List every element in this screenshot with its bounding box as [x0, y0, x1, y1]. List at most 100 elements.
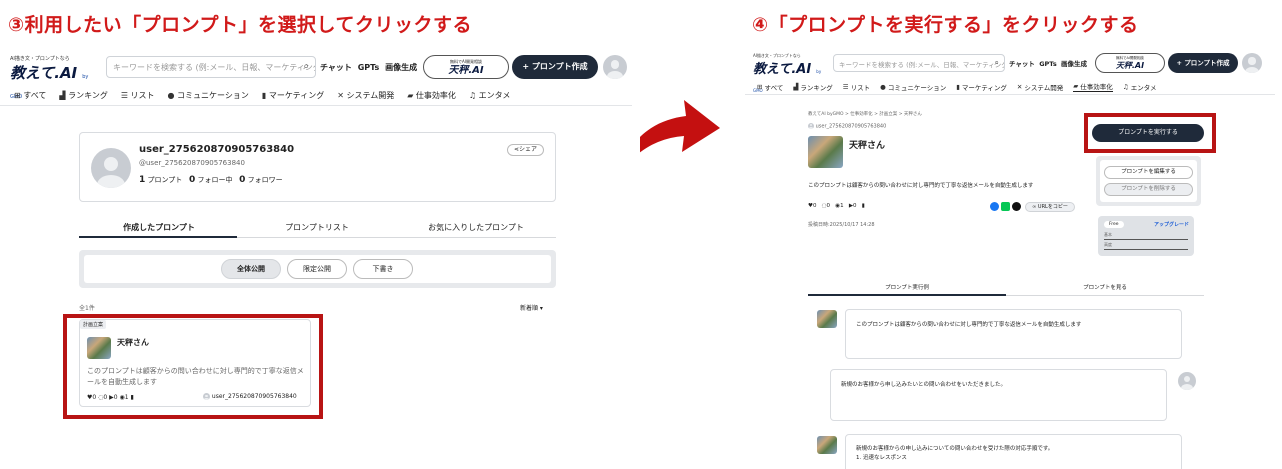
likes-count: 0: [812, 203, 817, 209]
chat-message: 新規のお客様から申し込みたいとの問い合わせをいただきました。: [830, 369, 1167, 421]
ranking-icon: ▟: [793, 82, 799, 91]
tab-favorites[interactable]: お気に入りしたプロンプト: [396, 222, 556, 233]
profile-card: user_275620870905763840 @user_2756208709…: [79, 132, 556, 202]
tools-icon: ✕: [1016, 82, 1023, 91]
chat-message-text: 新規のお客様から申し込みたいとの問い合わせをいただきました。: [841, 382, 1006, 388]
tab-view-prompt[interactable]: プロンプトを見る: [1006, 283, 1204, 291]
user-avatar[interactable]: [603, 55, 627, 79]
prompt-count: 1: [139, 175, 146, 185]
top-nav: チャット GPTs 画像生成: [1009, 58, 1087, 68]
facebook-icon[interactable]: [990, 202, 999, 211]
chat-message: このプロンプトは顧客からの問い合わせに対し専門的で丁寧な返信メールを自動生成しま…: [845, 309, 1182, 359]
chat-icon: ●: [167, 91, 175, 100]
bar-chart-icon: ▮: [956, 82, 960, 91]
plan-row-basic: 基本: [1104, 232, 1112, 237]
nav-gpts[interactable]: GPTs: [358, 63, 380, 72]
user-chat-avatar: [1178, 372, 1196, 390]
tab-active-indicator: [808, 294, 1006, 296]
list-icon: ☰: [842, 82, 849, 91]
author-line[interactable]: user_275620870905763840: [808, 123, 886, 130]
step4-title: ④「プロンプトを実行する」をクリックする: [752, 14, 1139, 36]
plan-row-advanced: 高度: [1104, 242, 1112, 247]
cat-entertainment[interactable]: ♫ エンタメ: [469, 90, 510, 101]
create-prompt-button[interactable]: + プロンプト作成: [512, 55, 598, 79]
bot-avatar: [817, 436, 837, 454]
tenbin-banner[interactable]: 無料でAI開発相談 天秤.AI: [1095, 53, 1165, 73]
search-placeholder: キーワードを検索する (例:メール、日報、マーケティング): [839, 61, 1005, 69]
step4-screenshot: AI描き文・プロンプトなら 教えて.AI by GMO キーワードを検索する (…: [745, 46, 1282, 469]
search-icon[interactable]: ⌕: [303, 61, 309, 72]
plan-box: Free アップグレード 基本 高度: [1098, 216, 1194, 256]
filter-frame: 全体公開 限定公開 下書き: [79, 250, 556, 288]
profile-stats: 1 プロンプト 0 フォロー中 0 フォロワー: [139, 175, 283, 185]
tab-prompt-list[interactable]: プロンプトリスト: [237, 222, 397, 233]
highlight-run-button: [1084, 113, 1216, 153]
tools-icon: ✕: [337, 91, 344, 100]
following-count: 0: [188, 175, 196, 185]
cat-ranking[interactable]: ▟ ランキング: [59, 90, 107, 101]
cat-communication[interactable]: ● コミュニケーション: [168, 90, 249, 101]
breadcrumb[interactable]: 教えてAI byGMO > 仕事効率化 > 計画立案 > 天秤さん: [808, 111, 922, 117]
chat-message-text: 1. 迅速なレスポンス: [856, 455, 907, 461]
cat-ranking[interactable]: ▟ ランキング: [793, 81, 832, 92]
logo-name: 教えて.AI: [753, 62, 812, 77]
followers-count: 0: [239, 175, 246, 185]
cat-marketing[interactable]: ▮ マーケティング: [262, 90, 324, 101]
user-avatar[interactable]: [1242, 53, 1262, 73]
nav-image[interactable]: 画像生成: [1061, 60, 1087, 68]
runs-count: 0: [853, 203, 857, 209]
sort-dropdown[interactable]: 新着順 ▾: [520, 303, 543, 312]
car-icon: ▰: [1073, 82, 1079, 90]
search-input[interactable]: キーワードを検索する (例:メール、日報、マーケティング) ⌕: [106, 56, 316, 78]
chat-icon: ●: [880, 82, 886, 91]
cat-marketing[interactable]: ▮ マーケティング: [956, 81, 1007, 92]
copy-url-label: URLをコピー: [1037, 204, 1068, 210]
bot-avatar: [817, 310, 837, 328]
cat-efficiency[interactable]: ▰ 仕事効率化: [407, 90, 456, 101]
share-label: シェア: [519, 146, 538, 153]
filter-limited[interactable]: 限定公開: [287, 259, 347, 279]
step3-title: ③利用したい「プロンプト」を選択してクリックする: [8, 14, 472, 36]
cat-list[interactable]: ☰ リスト: [121, 90, 155, 101]
cat-dev[interactable]: ✕ システム開発: [337, 90, 394, 101]
delete-prompt-button[interactable]: プロンプトを削除する: [1104, 183, 1193, 196]
grid-icon: ⊞: [14, 91, 21, 100]
filter-public[interactable]: 全体公開: [221, 259, 281, 279]
cat-entertainment[interactable]: ♫ エンタメ: [1123, 81, 1157, 92]
upgrade-link[interactable]: アップグレード: [1154, 221, 1189, 228]
profile-username: user_275620870905763840: [139, 144, 295, 155]
car-icon: ▰: [407, 91, 414, 100]
copy-url-button[interactable]: ∞ URLをコピー: [1025, 202, 1075, 212]
cat-dev[interactable]: ✕ システム開発: [1017, 81, 1063, 92]
nav-image[interactable]: 画像生成: [385, 63, 417, 72]
edit-prompt-button[interactable]: プロンプトを編集する: [1104, 166, 1193, 179]
bookmark-icon[interactable]: ▮: [862, 203, 865, 209]
nav-chat[interactable]: チャット: [1009, 60, 1035, 68]
chat-message-text: このプロンプトは顧客からの問い合わせに対し専門的で丁寧な返信メールを自動生成しま…: [856, 322, 1082, 328]
x-icon[interactable]: [1012, 202, 1021, 211]
tab-run-examples[interactable]: プロンプト実行例: [808, 283, 1006, 291]
create-prompt-button[interactable]: + プロンプト作成: [1168, 53, 1238, 73]
profile-handle: @user_275620870905763840: [139, 159, 245, 167]
tab-created-prompts[interactable]: 作成したプロンプト: [79, 222, 239, 233]
list-icon: ☰: [120, 91, 128, 100]
nav-gpts[interactable]: GPTs: [1039, 60, 1057, 68]
filter-draft[interactable]: 下書き: [353, 259, 413, 279]
cat-communication[interactable]: ● コミュニケーション: [880, 81, 946, 92]
profile-avatar: [91, 148, 131, 188]
cat-all[interactable]: ⊞ すべて: [757, 81, 783, 92]
nav-chat[interactable]: チャット: [320, 63, 352, 72]
line-icon[interactable]: [1001, 202, 1010, 211]
share-button[interactable]: ⋖シェア: [507, 144, 544, 156]
highlight-prompt-card: [63, 314, 323, 419]
cat-all[interactable]: ⊞ すべて: [14, 90, 46, 101]
search-icon[interactable]: ⌕: [995, 58, 999, 68]
banner-main-text: 天秤.AI: [1115, 61, 1145, 70]
grid-icon: ⊞: [757, 82, 763, 91]
prompt-count-label: プロンプト: [147, 176, 183, 184]
divider: [0, 105, 632, 106]
cat-list[interactable]: ☰ リスト: [843, 81, 870, 92]
search-input[interactable]: キーワードを検索する (例:メール、日報、マーケティング) ⌕: [833, 54, 1005, 72]
tenbin-banner[interactable]: 無料でAI開発相談 天秤.AI: [423, 55, 509, 79]
cat-efficiency[interactable]: ▰ 仕事効率化: [1073, 81, 1113, 92]
